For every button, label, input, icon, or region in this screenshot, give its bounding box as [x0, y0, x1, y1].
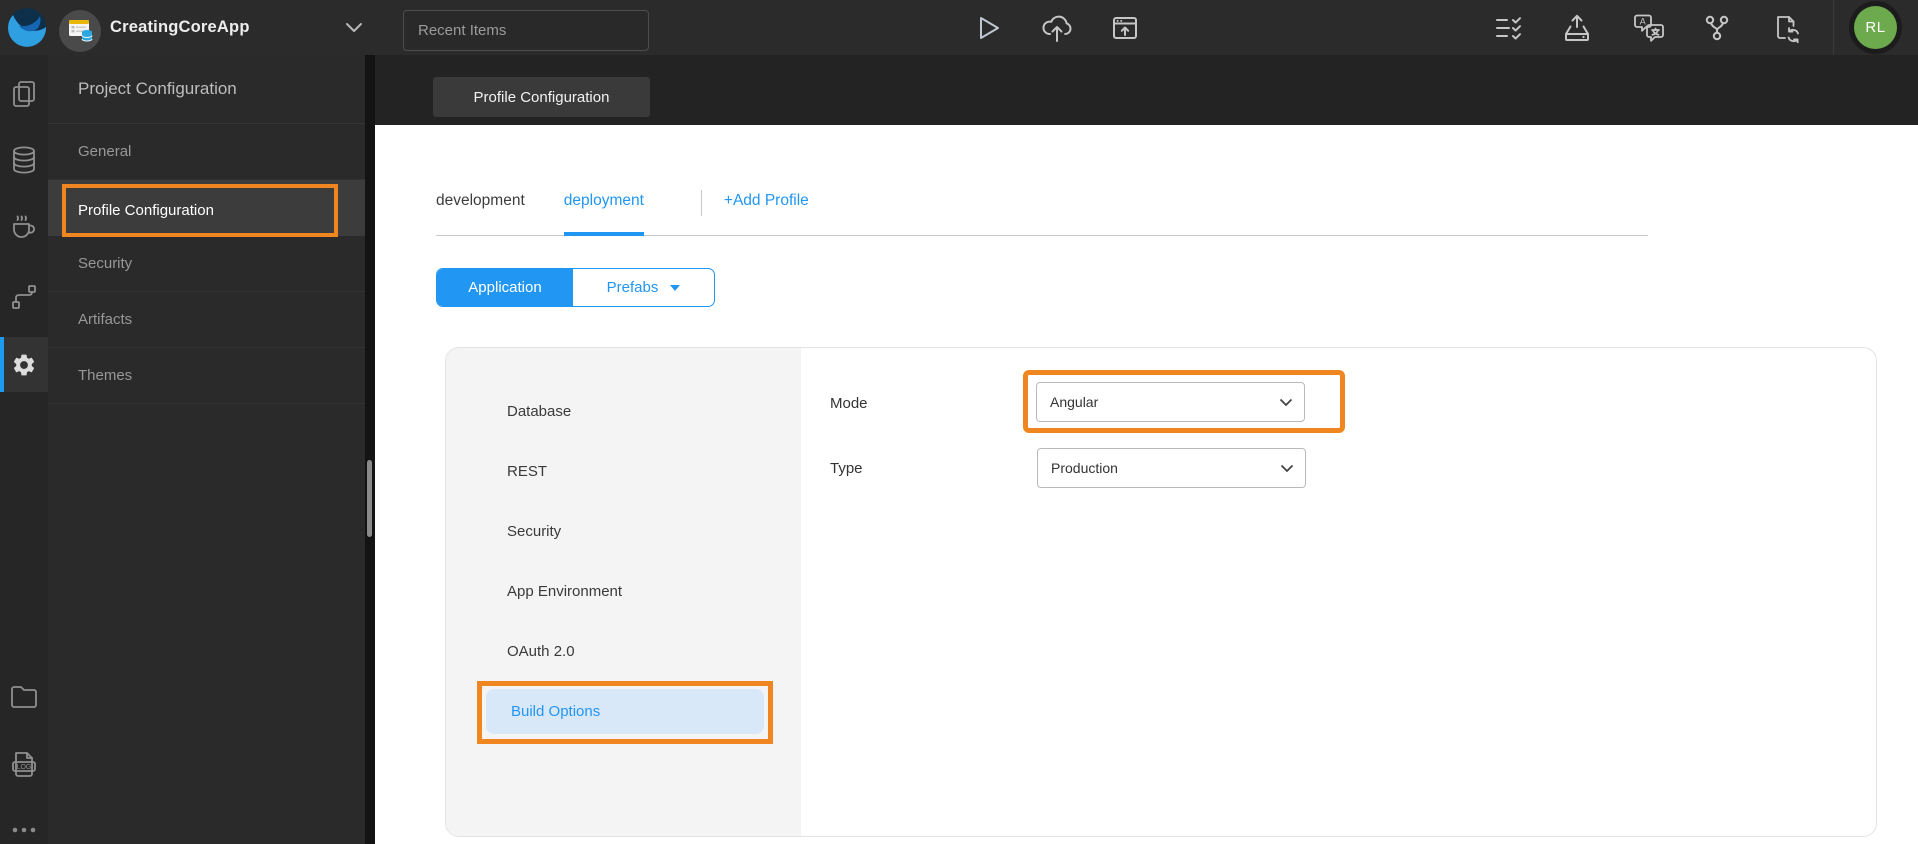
mode-label: Mode: [830, 394, 868, 412]
topbar-divider: [1833, 0, 1834, 55]
files-icon[interactable]: [0, 682, 48, 712]
panel-item-general[interactable]: General: [48, 124, 365, 180]
mode-select-value: Angular: [1050, 394, 1099, 410]
project-icon[interactable]: [59, 10, 101, 52]
topbar: CreatingCoreApp Recent Items A RL: [0, 0, 1918, 55]
checklist-icon[interactable]: [1493, 0, 1525, 55]
recent-items-input[interactable]: [403, 10, 649, 51]
logs-icon[interactable]: LOG: [0, 748, 48, 780]
settings-subnav: Database REST Security App Environment O…: [446, 348, 801, 836]
translate-icon[interactable]: A: [1632, 0, 1666, 55]
branch-icon[interactable]: [1701, 0, 1733, 55]
main-content: development deployment +Add Profile Appl…: [375, 125, 1918, 844]
orange-highlight-box: Angular: [1023, 370, 1345, 433]
pages-icon[interactable]: [0, 80, 48, 108]
panel-item-profile-configuration[interactable]: Profile Configuration: [48, 180, 375, 237]
file-sync-icon[interactable]: [1771, 0, 1803, 55]
orange-highlight-box: Build Options: [477, 681, 773, 744]
profile-tabs: development deployment +Add Profile: [436, 188, 1648, 236]
main-topbar: Profile Configuration: [375, 55, 1918, 125]
java-services-icon[interactable]: [0, 210, 48, 242]
subnav-item-security[interactable]: Security: [446, 501, 801, 561]
toggle-prefabs-label: Prefabs: [606, 279, 659, 296]
settings-icon[interactable]: [0, 337, 48, 392]
project-name[interactable]: CreatingCoreApp: [110, 0, 250, 55]
type-label: Type: [830, 459, 863, 477]
export-icon[interactable]: [1561, 0, 1593, 55]
svg-text:A: A: [1640, 16, 1646, 26]
page-tab-profile-configuration[interactable]: Profile Configuration: [433, 77, 650, 117]
subnav-item-oauth[interactable]: OAuth 2.0: [446, 621, 801, 681]
orange-highlight-box: Profile Configuration: [62, 184, 338, 237]
type-select[interactable]: Production: [1037, 448, 1306, 488]
wavemaker-logo-icon[interactable]: [7, 7, 47, 47]
database-icon[interactable]: [0, 145, 48, 175]
main-area: Profile Configuration development deploy…: [375, 55, 1918, 844]
run-icon[interactable]: [975, 0, 1003, 55]
apis-icon[interactable]: [0, 282, 48, 312]
chevron-down-icon: [1279, 398, 1293, 407]
subnav-item-rest[interactable]: REST: [446, 441, 801, 501]
subnav-item-build-options[interactable]: Build Options: [486, 689, 764, 734]
caret-down-icon: [670, 284, 681, 291]
chevron-down-icon[interactable]: [344, 0, 364, 55]
settings-card: Database REST Security App Environment O…: [445, 347, 1877, 837]
app-root: CreatingCoreApp Recent Items A RL LOG Pr…: [0, 0, 1918, 844]
tab-separator: [700, 190, 702, 216]
user-avatar[interactable]: RL: [1849, 1, 1902, 54]
add-profile-button[interactable]: +Add Profile: [724, 188, 809, 210]
panel-item-themes[interactable]: Themes: [48, 348, 365, 404]
app-preview-icon[interactable]: [1111, 0, 1139, 55]
panel-title: Project Configuration: [48, 55, 365, 124]
icon-rail: LOG: [0, 55, 48, 844]
toggle-application[interactable]: Application: [437, 269, 573, 306]
svg-text:LOG: LOG: [17, 764, 32, 771]
scope-toggle: Application Prefabs: [436, 268, 715, 307]
subnav-item-database[interactable]: Database: [446, 381, 801, 441]
avatar-initials: RL: [1854, 6, 1897, 49]
more-icon[interactable]: [0, 820, 48, 840]
mode-select[interactable]: Angular: [1036, 382, 1305, 422]
scrollbar-thumb[interactable]: [367, 460, 372, 537]
toggle-prefabs[interactable]: Prefabs: [573, 269, 714, 306]
type-select-value: Production: [1051, 460, 1118, 476]
panel-item-label: Profile Configuration: [78, 202, 214, 219]
project-config-panel: Project Configuration General Security A…: [48, 55, 375, 844]
tab-deployment[interactable]: deployment: [563, 188, 644, 236]
panel-edge-strip: [365, 55, 375, 844]
panel-item-security[interactable]: Security: [48, 236, 365, 292]
cloud-upload-icon[interactable]: [1040, 0, 1074, 55]
subnav-item-app-environment[interactable]: App Environment: [446, 561, 801, 621]
panel-item-artifacts[interactable]: Artifacts: [48, 292, 365, 348]
chevron-down-icon: [1280, 464, 1294, 473]
tab-development[interactable]: development: [436, 188, 525, 236]
